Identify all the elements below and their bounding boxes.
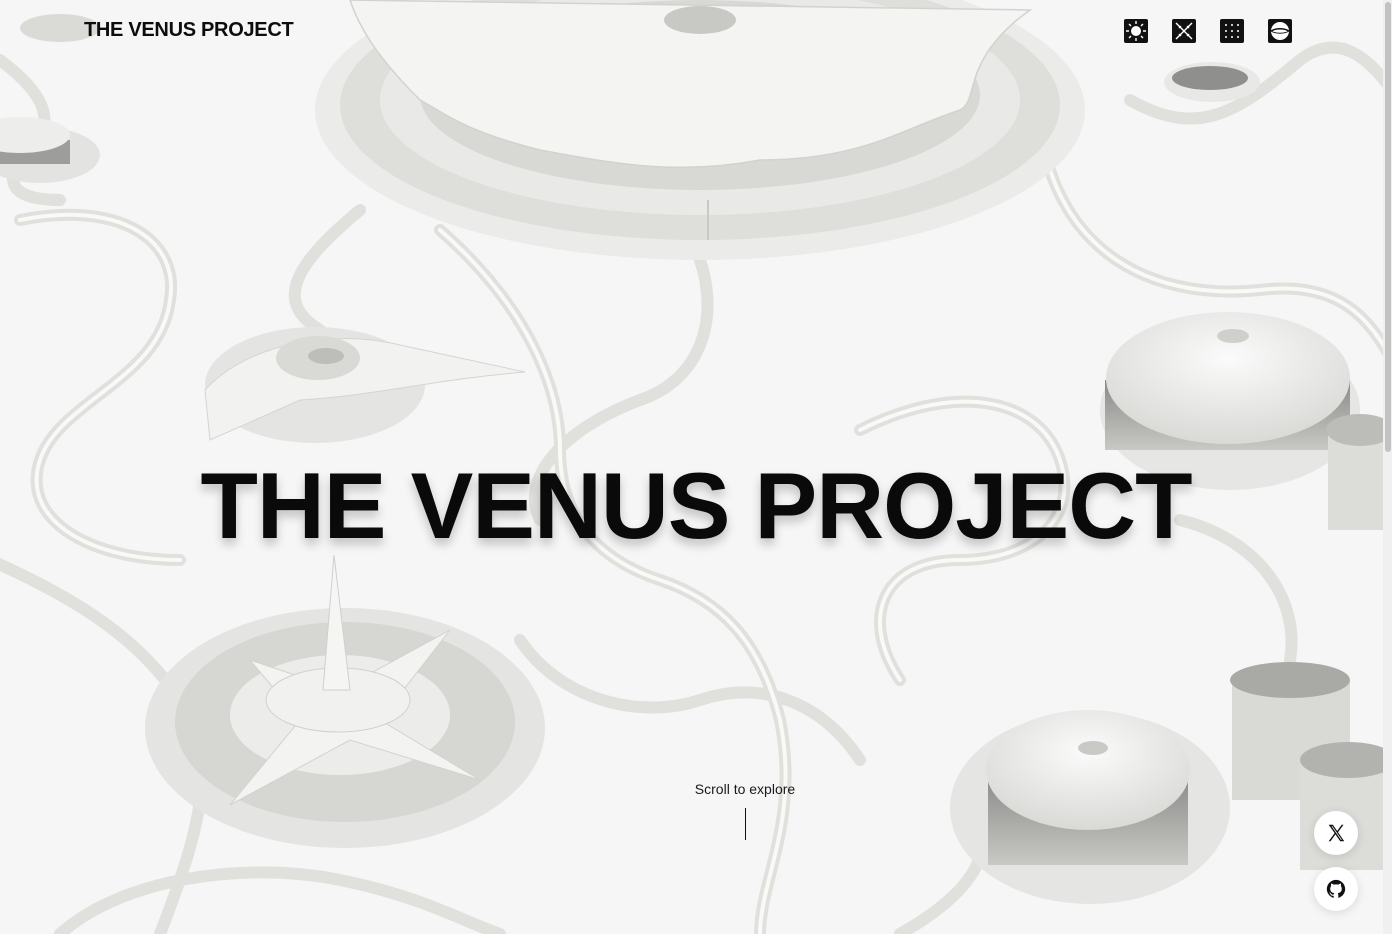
scroll-to-explore-label[interactable]: Scroll to explore [0, 781, 1392, 797]
page-scrollbar-thumb[interactable] [1385, 2, 1391, 452]
globe-icon[interactable] [1268, 19, 1292, 43]
hero-title: THE VENUS PROJECT [200, 453, 1192, 558]
brand-wordmark[interactable]: THE VENUS PROJECT [84, 19, 294, 42]
x-social-button[interactable] [1314, 811, 1358, 855]
github-icon [1326, 879, 1346, 898]
dna-icon[interactable] [1172, 19, 1196, 43]
github-social-button[interactable] [1314, 867, 1358, 911]
scroll-indicator-line [745, 808, 746, 840]
sun-icon[interactable] [1124, 19, 1148, 43]
grid-dots-icon[interactable] [1220, 19, 1244, 43]
x-logo-icon [1328, 824, 1345, 842]
top-navigation-bar: THE VENUS PROJECT [0, 0, 1392, 64]
